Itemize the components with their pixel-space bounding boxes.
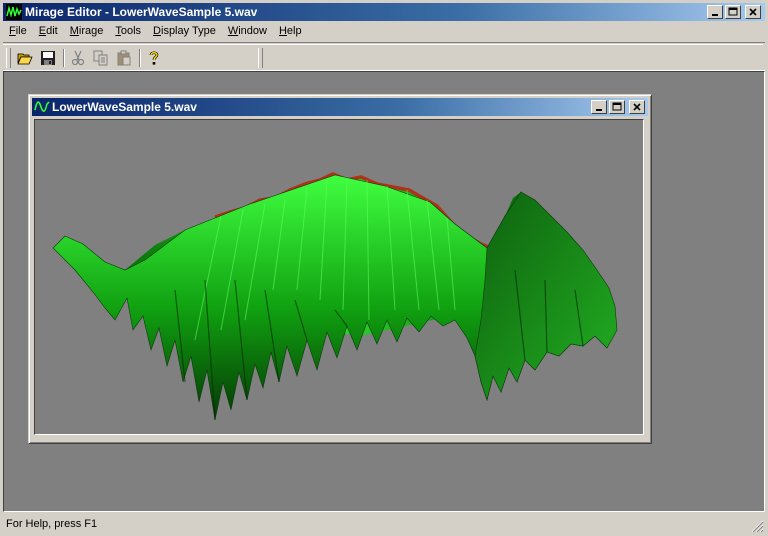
app-icon — [6, 4, 22, 20]
open-button[interactable] — [15, 48, 35, 68]
document-title-bar[interactable]: LowerWaveSample 5.wav — [32, 98, 648, 116]
close-icon — [633, 103, 641, 111]
document-title: LowerWaveSample 5.wav — [52, 100, 197, 114]
menu-display-type[interactable]: Display Type — [147, 22, 222, 41]
waveform-3d-view[interactable] — [34, 119, 644, 435]
toolbar-grip[interactable] — [6, 48, 11, 68]
app-title: Mirage Editor - LowerWaveSample 5.wav — [25, 5, 258, 19]
open-icon — [17, 53, 33, 65]
cut-icon — [71, 50, 85, 66]
toolbar — [3, 42, 765, 71]
minimize-icon — [712, 14, 718, 16]
document-maximize-button[interactable] — [609, 100, 625, 114]
application-window: Mirage Editor - LowerWaveSample 5.wav Fi… — [0, 0, 768, 536]
document-close-button[interactable] — [629, 100, 645, 114]
copy-icon — [93, 50, 108, 66]
paste-button[interactable] — [114, 48, 134, 68]
paste-icon — [117, 50, 131, 66]
document-window[interactable]: LowerWaveSample 5.wav — [28, 94, 652, 444]
copy-button[interactable] — [91, 48, 111, 68]
toolbar-separator — [63, 49, 65, 67]
help-icon — [149, 51, 159, 65]
minimize-button[interactable] — [707, 5, 723, 19]
resize-grip-icon[interactable] — [750, 519, 764, 533]
menu-bar: File Edit Mirage Tools Display Type Wind… — [3, 22, 765, 41]
waveform-icon — [34, 101, 50, 112]
maximize-icon — [728, 7, 738, 16]
menu-window[interactable]: Window — [222, 22, 273, 41]
minimize-icon — [596, 109, 602, 111]
close-button[interactable] — [745, 5, 761, 19]
status-text: For Help, press F1 — [6, 518, 98, 530]
cut-button[interactable] — [68, 48, 88, 68]
document-minimize-button[interactable] — [591, 100, 607, 114]
menu-help[interactable]: Help — [273, 22, 308, 41]
app-title-bar[interactable]: Mirage Editor - LowerWaveSample 5.wav — [3, 3, 765, 21]
toolbar-grip[interactable] — [258, 48, 263, 68]
menu-mirage[interactable]: Mirage — [64, 22, 110, 41]
maximize-button[interactable] — [725, 5, 741, 19]
menu-tools[interactable]: Tools — [109, 22, 147, 41]
save-button[interactable] — [38, 48, 58, 68]
toolbar-separator — [139, 49, 141, 67]
status-bar: For Help, press F1 — [3, 514, 765, 534]
waveform-surface — [52, 172, 618, 421]
close-icon — [749, 8, 757, 16]
save-icon — [41, 51, 55, 65]
maximize-icon — [612, 102, 622, 111]
menu-file[interactable]: File — [3, 22, 33, 41]
menu-edit[interactable]: Edit — [33, 22, 64, 41]
context-help-button[interactable] — [144, 48, 164, 68]
